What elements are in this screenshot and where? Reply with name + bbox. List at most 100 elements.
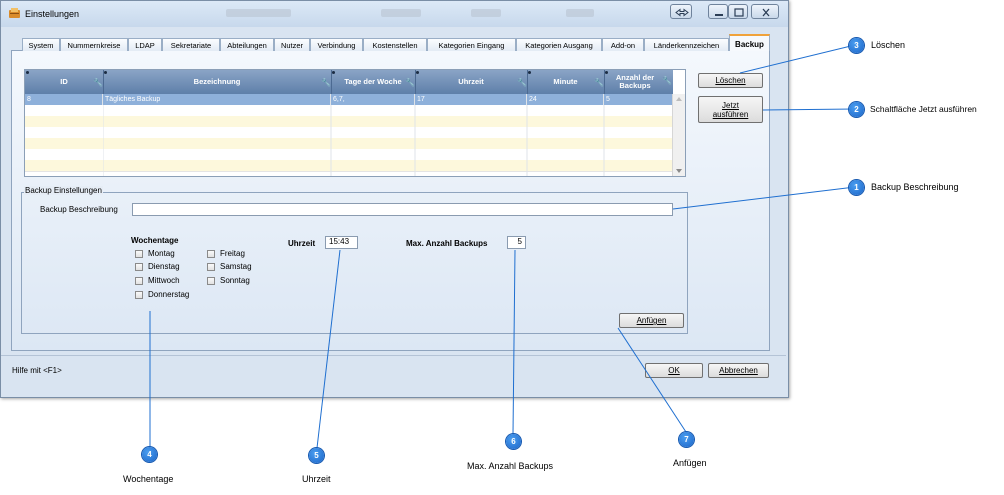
column-drag-handle-icon[interactable] — [332, 71, 335, 74]
tab-backup[interactable]: Backup — [729, 34, 770, 51]
cell-uhrzeit: 17 — [415, 94, 527, 105]
status-divider — [1, 355, 786, 356]
annotation-badge-4: 4 — [142, 447, 157, 462]
max-backups-input[interactable]: 5 — [507, 236, 526, 249]
tab-kategorien-ausgang[interactable]: Kategorien Ausgang — [516, 38, 602, 51]
annotation-badge-3: 3 — [849, 38, 864, 53]
annotation-text-7: Anfügen — [673, 458, 707, 468]
column-drag-handle-icon[interactable] — [528, 71, 531, 74]
tab-kategorien-eingang[interactable]: Kategorien Eingang — [427, 38, 516, 51]
close-icon — [762, 8, 770, 17]
checkbox-label-mittwoch: Mittwoch — [148, 276, 180, 285]
double-arrow-icon — [675, 8, 689, 17]
column-header-uhrzeit[interactable]: Uhrzeit — [415, 70, 527, 94]
cell-id: 8 — [25, 94, 103, 105]
tab-verbindung[interactable]: Verbindung — [310, 38, 363, 51]
blurred-title-info — [226, 9, 291, 17]
cell-bezeichnung: Tägliches Backup — [103, 94, 331, 105]
close-button[interactable] — [751, 4, 779, 19]
app-icon — [9, 8, 20, 18]
max-backups-label: Max. Anzahl Backups — [406, 239, 488, 248]
column-header-bezeichnung[interactable]: Bezeichnung — [103, 70, 331, 94]
cell-anzahl-der-backups: 5 — [604, 94, 673, 105]
annotation-text-1: Backup Beschreibung — [871, 182, 959, 192]
ok-button[interactable]: OK — [645, 363, 703, 378]
maximize-icon — [734, 8, 744, 17]
blurred-title-info — [566, 9, 594, 17]
checkbox-label-sonntag: Sonntag — [220, 276, 250, 285]
column-drag-handle-icon[interactable] — [605, 71, 608, 74]
column-header-tage-der-woche[interactable]: Tage der Woche — [331, 70, 415, 94]
weekdays-title: Wochentage — [131, 236, 179, 245]
blurred-title-info — [471, 9, 501, 17]
annotation-text-6: Max. Anzahl Backups — [467, 461, 554, 471]
grid-lines — [103, 105, 605, 176]
group-title: Backup Einstellungen — [24, 186, 103, 195]
tab-ldap[interactable]: LDAP — [128, 38, 162, 51]
tab-nutzer[interactable]: Nutzer — [274, 38, 310, 51]
time-label: Uhrzeit — [288, 239, 316, 248]
maximize-button[interactable] — [728, 4, 748, 19]
filter-wrench-icon[interactable]: 🔧 — [405, 78, 415, 87]
backup-description-input[interactable] — [132, 203, 673, 216]
cell-tage-der-woche: 6,7, — [331, 94, 415, 105]
checkbox-label-dienstag: Dienstag — [148, 262, 180, 271]
checkbox-samstag[interactable] — [207, 263, 215, 271]
run-now-button[interactable]: Jetzt ausführen — [698, 96, 763, 123]
annotation-text-3: Löschen — [871, 40, 906, 50]
checkbox-montag[interactable] — [135, 250, 143, 258]
checkbox-donnerstag[interactable] — [135, 291, 143, 299]
column-drag-handle-icon[interactable] — [26, 71, 29, 74]
minimize-icon — [715, 14, 723, 16]
checkbox-dienstag[interactable] — [135, 263, 143, 271]
annotation-text-4: Wochentage — [123, 474, 174, 484]
column-drag-handle-icon[interactable] — [416, 71, 419, 74]
checkbox-label-montag: Montag — [148, 249, 175, 258]
window-title: Einstellungen — [25, 9, 80, 19]
vertical-scrollbar[interactable] — [672, 94, 685, 176]
minimize-button[interactable] — [708, 4, 728, 19]
cancel-button[interactable]: Abbrechen — [708, 363, 769, 378]
annotation-badge-2: 2 — [849, 102, 864, 117]
column-drag-handle-icon[interactable] — [104, 71, 107, 74]
restore-arrows-button[interactable] — [670, 4, 692, 19]
table-row[interactable]: 8 Tägliches Backup 6,7, 17 24 5 — [25, 94, 673, 105]
tab-system[interactable]: System — [22, 38, 60, 51]
checkbox-freitag[interactable] — [207, 250, 215, 258]
checkbox-label-samstag: Samstag — [220, 262, 252, 271]
time-input[interactable]: 15:43 — [325, 236, 358, 249]
filter-wrench-icon[interactable]: 🔧 — [517, 78, 527, 87]
append-button[interactable]: Anfügen — [619, 313, 684, 328]
title-bar: Einstellungen — [1, 1, 788, 27]
annotation-badge-5: 5 — [309, 448, 324, 463]
column-header-anzahl-der-backups[interactable]: Anzahl der Backups — [604, 70, 664, 94]
checkbox-label-donnerstag: Donnerstag — [148, 290, 190, 299]
annotation-text-5: Uhrzeit — [302, 474, 331, 484]
tab-kostenstellen[interactable]: Kostenstellen — [363, 38, 427, 51]
tab-sekretariate[interactable]: Sekretariate — [162, 38, 220, 51]
filter-wrench-icon[interactable]: 🔧 — [93, 78, 103, 87]
column-header-id[interactable]: ID — [25, 70, 103, 94]
blurred-title-info — [381, 9, 421, 17]
annotation-badge-6: 6 — [506, 434, 521, 449]
filter-wrench-icon[interactable]: 🔧 — [321, 78, 331, 87]
checkbox-label-freitag: Freitag — [220, 249, 245, 258]
tab-abteilungen[interactable]: Abteilungen — [220, 38, 274, 51]
tab-add-on[interactable]: Add-on — [602, 38, 644, 51]
scroll-down-arrow-icon[interactable] — [673, 166, 685, 176]
scroll-up-arrow-icon[interactable] — [673, 94, 685, 104]
tab-laenderkennzeichen[interactable]: Länderkennzeichen — [644, 38, 729, 51]
annotation-badge-1: 1 — [849, 180, 864, 195]
backup-table[interactable]: ID Bezeichnung Tage der Woche Uhrzeit Mi… — [24, 69, 686, 177]
column-header-minute[interactable]: Minute — [527, 70, 604, 94]
checkbox-mittwoch[interactable] — [135, 277, 143, 285]
table-header: ID Bezeichnung Tage der Woche Uhrzeit Mi… — [25, 70, 673, 94]
annotation-text-2: Schaltfläche Jetzt ausführen — [870, 104, 977, 114]
checkbox-sonntag[interactable] — [207, 277, 215, 285]
delete-button[interactable]: Löschen — [698, 73, 763, 88]
column-chooser-icon[interactable]: 🔧 — [662, 76, 672, 85]
tab-nummernkreise[interactable]: Nummernkreise — [60, 38, 128, 51]
cell-minute: 24 — [527, 94, 604, 105]
filter-wrench-icon[interactable]: 🔧 — [594, 78, 604, 87]
help-hint: Hilfe mit <F1> — [12, 366, 62, 375]
